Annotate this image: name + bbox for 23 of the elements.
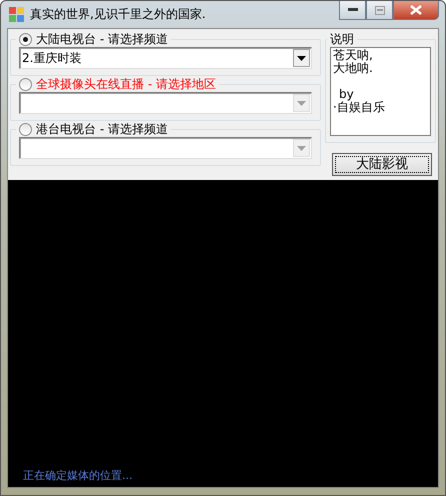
- notes-line: 苍天呐,: [333, 49, 374, 62]
- minimize-button[interactable]: [339, 1, 366, 20]
- maximize-icon[interactable]: [374, 6, 384, 14]
- close-icon[interactable]: [410, 5, 422, 15]
- notes-textarea[interactable]: 苍天呐, 大地呐. by ·自娱自乐: [330, 47, 431, 136]
- notes-line: by: [338, 86, 355, 101]
- notes-line: ·自娱自乐: [333, 101, 386, 114]
- mainland-video-button[interactable]: 大陆影视: [332, 153, 432, 176]
- radio-label[interactable]: 全球摄像头在线直播 - 请选择地区: [36, 76, 216, 92]
- radio-button[interactable]: [19, 122, 32, 136]
- radio-button[interactable]: [19, 32, 32, 46]
- radio-button[interactable]: [19, 78, 32, 90]
- app-icon: [9, 6, 25, 22]
- window-title: 真实的世界,见识千里之外的国家.: [30, 6, 206, 23]
- close-button[interactable]: [393, 1, 439, 20]
- notes-line: 大地呐.: [333, 62, 374, 75]
- minimize-icon[interactable]: [348, 8, 358, 12]
- maximize-button[interactable]: [366, 1, 393, 20]
- radio-label[interactable]: 大陆电视台 - 请选择频道: [36, 31, 168, 47]
- dropdown[interactable]: 2.重庆时装: [19, 47, 312, 69]
- radio-label[interactable]: 港台电视台 - 请选择频道: [36, 121, 168, 137]
- group-title: 说明: [330, 31, 354, 47]
- status-text: 正在确定媒体的位置...: [23, 469, 132, 482]
